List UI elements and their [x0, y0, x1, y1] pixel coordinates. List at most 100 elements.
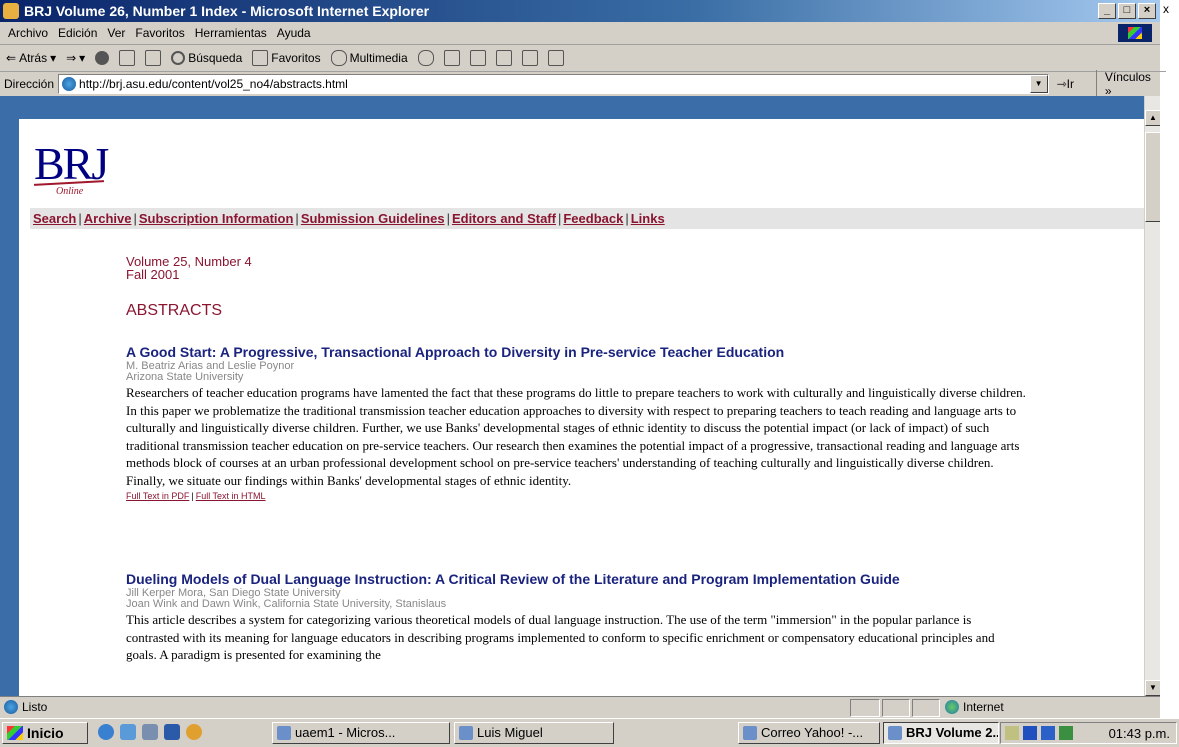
task-word[interactable]: uaem1 - Micros... — [272, 722, 450, 744]
full-text-html-link[interactable]: Full Text in HTML — [196, 491, 266, 501]
taskbar: Inicio uaem1 - Micros... Luis Miguel Cor… — [0, 718, 1179, 747]
stop-icon[interactable] — [95, 51, 110, 65]
nav-editors[interactable]: Editors and Staff — [452, 211, 556, 226]
search-button[interactable]: Búsqueda — [171, 51, 242, 65]
system-tray: 01:43 p.m. — [1000, 722, 1177, 744]
nav-separator: | — [446, 211, 450, 226]
standard-toolbar: ⇐ Atrás ▾ ⇒ ▾ Búsqueda Favoritos Multimedia — [0, 45, 1166, 72]
refresh-icon[interactable] — [119, 50, 136, 66]
background-window-glyph: x — [1163, 2, 1169, 16]
nav-separator: | — [295, 211, 299, 226]
go-button[interactable]: ⇾Ir — [1057, 77, 1096, 91]
outlook-quicklaunch-icon[interactable] — [120, 724, 136, 740]
address-url[interactable]: http://brj.asu.edu/content/vol25_no4/abs… — [79, 77, 348, 91]
go-label: Ir — [1066, 76, 1074, 91]
article-title[interactable]: A Good Start: A Progressive, Transaction… — [126, 344, 1026, 361]
nav-submission[interactable]: Submission Guidelines — [301, 211, 445, 226]
scroll-thumb[interactable] — [1145, 132, 1160, 222]
menu-ver[interactable]: Ver — [102, 22, 130, 44]
back-button[interactable]: ⇐ Atrás ▾ — [6, 51, 56, 65]
word-quicklaunch-icon[interactable] — [164, 724, 180, 740]
forward-arrow-icon: ⇒ — [66, 51, 77, 65]
nav-subscription[interactable]: Subscription Information — [139, 211, 294, 226]
multimedia-label: Multimedia — [349, 51, 408, 65]
favorites-label: Favoritos — [271, 51, 321, 65]
links-button[interactable]: Vínculos » — [1095, 69, 1160, 98]
vertical-scrollbar[interactable]: ▲ ▼ — [1144, 96, 1160, 696]
menu-edicion[interactable]: Edición — [53, 22, 102, 44]
nav-separator: | — [625, 211, 629, 226]
language-icon[interactable] — [1041, 726, 1055, 740]
scroll-down-button[interactable]: ▼ — [1145, 680, 1160, 696]
nav-links[interactable]: Links — [631, 211, 665, 226]
article-affiliation: Arizona State University — [126, 371, 244, 383]
internet-zone-icon — [945, 700, 959, 714]
window-controls: _ □ × — [1098, 3, 1156, 19]
edit-word-icon[interactable] — [495, 50, 512, 66]
favorites-button[interactable]: Favoritos — [252, 50, 321, 66]
search-label: Búsqueda — [188, 51, 243, 65]
address-bar: Dirección http://brj.asu.edu/content/vol… — [0, 69, 1160, 98]
ie-quicklaunch-icon[interactable] — [98, 724, 114, 740]
nav-feedback[interactable]: Feedback — [563, 211, 623, 226]
window-title-bar[interactable]: BRJ Volume 26, Number 1 Index - Microsof… — [0, 0, 1160, 22]
issue-info: Volume 25, Number 4 Fall 2001 — [126, 255, 252, 281]
status-panel — [882, 699, 910, 717]
article-abstract: This article describes a system for cate… — [126, 612, 995, 662]
web-page: BRJ Online Search | Archive | Subscription I… — [19, 119, 1145, 696]
network-icon[interactable] — [1059, 726, 1073, 740]
full-text-pdf-link[interactable]: Full Text in PDF — [126, 491, 189, 501]
background-window-edge: x — [1160, 0, 1179, 746]
address-dropdown-button[interactable]: ▼ — [1029, 74, 1048, 93]
forward-button[interactable]: ⇒ ▾ — [66, 51, 85, 65]
chevron-down-icon: ▾ — [50, 51, 57, 65]
discuss-icon[interactable] — [521, 50, 538, 66]
nav-search[interactable]: Search — [33, 211, 76, 226]
menu-favoritos[interactable]: Favoritos — [130, 22, 189, 44]
media-quicklaunch-icon[interactable] — [186, 724, 202, 740]
article-abstract: Researchers of teacher education program… — [126, 385, 1026, 488]
multimedia-icon — [330, 50, 347, 66]
task-yahoo-mail[interactable]: Correo Yahoo! -... — [738, 722, 880, 744]
home-icon[interactable] — [145, 50, 162, 66]
article-title[interactable]: Dueling Models of Dual Language Instruct… — [126, 571, 1026, 588]
chevron-down-icon: ▾ — [79, 51, 86, 65]
status-panel — [850, 699, 880, 717]
issue-season: Fall 2001 — [126, 267, 180, 282]
search-icon — [171, 51, 186, 65]
media-tray-icon[interactable] — [1023, 726, 1037, 740]
quick-launch — [98, 724, 202, 740]
start-button[interactable]: Inicio — [2, 722, 88, 744]
desktop-quicklaunch-icon[interactable] — [142, 724, 158, 740]
page-status-icon — [4, 700, 18, 714]
task-brj-volume[interactable]: BRJ Volume 2... — [883, 722, 999, 744]
close-button[interactable]: × — [1138, 3, 1156, 19]
status-bar: Listo Internet — [0, 696, 1160, 717]
task-luis-miguel[interactable]: Luis Miguel — [454, 722, 614, 744]
history-icon[interactable] — [417, 50, 434, 66]
scroll-up-button[interactable]: ▲ — [1145, 110, 1160, 126]
mail-icon[interactable] — [443, 50, 460, 66]
menu-archivo[interactable]: Archivo — [0, 22, 53, 44]
address-input[interactable]: http://brj.asu.edu/content/vol25_no4/abs… — [58, 73, 1049, 94]
nav-archive[interactable]: Archive — [84, 211, 132, 226]
back-arrow-icon: ⇐ — [6, 51, 17, 65]
status-text: Listo — [22, 700, 48, 714]
ie-app-icon[interactable] — [3, 3, 19, 19]
menu-herramientas[interactable]: Herramientas — [190, 22, 272, 44]
go-arrow-icon: ⇾ — [1056, 76, 1067, 91]
status-panel — [912, 699, 940, 717]
messenger-icon[interactable] — [547, 50, 564, 66]
minimize-button[interactable]: _ — [1098, 3, 1116, 19]
volume-icon[interactable] — [1005, 726, 1019, 740]
article-item: A Good Start: A Progressive, Transaction… — [126, 344, 1026, 501]
window-title: BRJ Volume 26, Number 1 Index - Microsof… — [24, 3, 430, 19]
maximize-button[interactable]: □ — [1118, 3, 1136, 19]
site-nav: Search | Archive | Subscription Information |… — [30, 208, 1145, 229]
favorites-icon — [252, 50, 269, 66]
multimedia-button[interactable]: Multimedia — [330, 50, 408, 66]
address-label: Dirección — [4, 76, 55, 91]
browser-viewport[interactable]: BRJ Online Search | Archive | Subscription I… — [0, 96, 1160, 696]
print-icon[interactable] — [469, 50, 486, 66]
menu-ayuda[interactable]: Ayuda — [272, 22, 316, 44]
